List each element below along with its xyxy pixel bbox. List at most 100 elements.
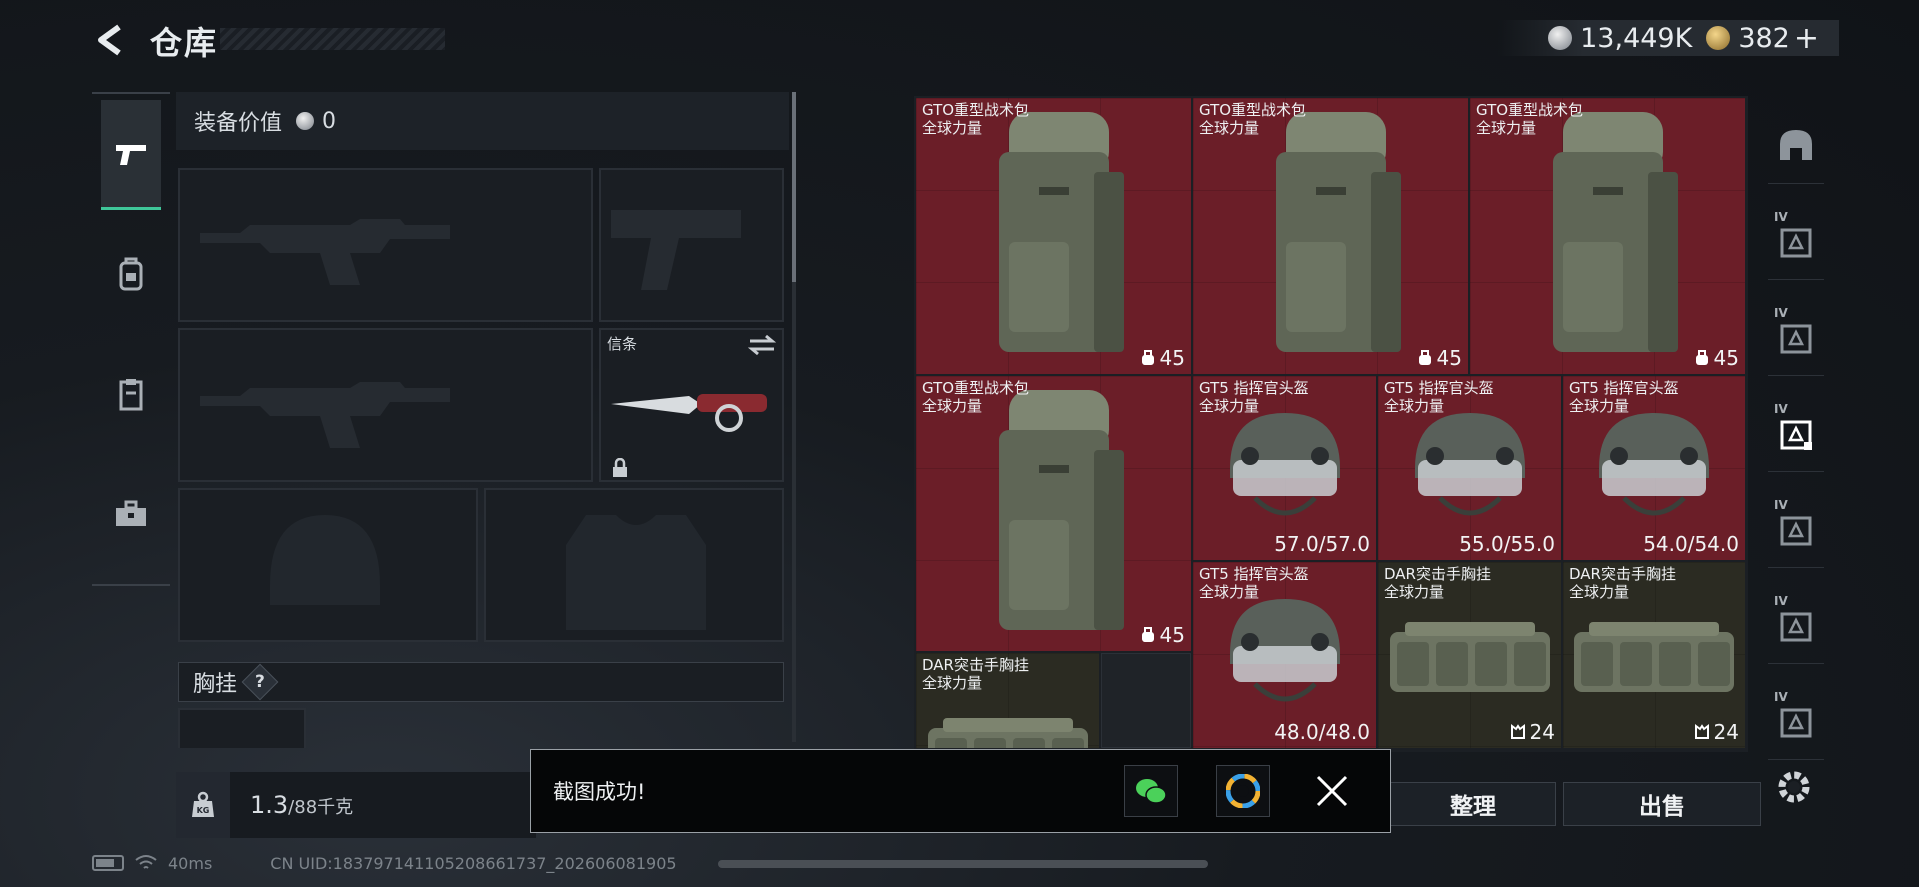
item-title: GT5 指挥官头盔 <box>1199 565 1309 583</box>
sort-button[interactable]: 整理 <box>1390 782 1556 826</box>
capacity-icon <box>1141 350 1154 365</box>
inventory-item[interactable]: GTO重型战术包 全球力量 45 <box>1193 98 1468 374</box>
backpack-item-icon <box>1275 112 1401 352</box>
tab-supplies[interactable] <box>101 464 161 564</box>
item-stat-value: 55.0/55.0 <box>1459 532 1555 556</box>
share-wechat-button[interactable] <box>1124 765 1178 817</box>
item-stat: 54.0/54.0 <box>1643 532 1739 556</box>
home-indicator[interactable] <box>718 860 1208 868</box>
item-name: DAR突击手胸挂 全球力量 <box>922 656 1029 692</box>
item-name: GTO重型战术包 全球力量 <box>1476 101 1583 137</box>
item-stat-value: 54.0/54.0 <box>1643 532 1739 556</box>
chest-rig-slot[interactable] <box>178 708 306 748</box>
capacity-icon <box>1418 350 1431 365</box>
item-stat-value: 57.0/57.0 <box>1274 532 1370 556</box>
scrollbar-thumb[interactable] <box>792 92 796 282</box>
inventory-item[interactable]: GT5 指挥官头盔 全球力量 54.0/54.0 <box>1563 376 1745 560</box>
item-subtitle: 全球力量 <box>1199 397 1260 415</box>
currency-bar: 13,449K 382 + <box>1498 20 1839 56</box>
status-bar: 40ms CN UID:18379714110520866173​7_20260… <box>92 850 677 876</box>
item-stat: 45 <box>1140 346 1185 370</box>
sell-button[interactable]: 出售 <box>1563 782 1761 826</box>
helmet-item-icon <box>1599 413 1709 516</box>
battery-icon <box>92 855 124 871</box>
kettlebell-icon: KG <box>192 791 214 817</box>
tab-weapons[interactable] <box>101 100 161 210</box>
help-button[interactable]: ? <box>241 663 279 701</box>
silver-coin-icon <box>1548 26 1573 50</box>
item-stat: 24 <box>1510 720 1555 744</box>
empty-inventory-slot[interactable] <box>1101 653 1191 748</box>
add-currency-button[interactable]: + <box>1794 21 1819 56</box>
swap-icon[interactable] <box>748 334 776 356</box>
inventory-item[interactable]: GT5 指挥官头盔 全球力量 48.0/48.0 <box>1193 562 1376 748</box>
inventory-grid: GTO重型战术包 全球力量 45 GTO重型战术包 全球力量 45 GTO重型战术包 全球力量… <box>914 96 1748 752</box>
loadout-panel: 装备价值 0 信条 胸挂 ? <box>176 92 796 748</box>
filter-tab-0[interactable] <box>1768 108 1824 184</box>
tab-gear[interactable] <box>101 224 161 324</box>
weight-current: 1.3 <box>250 791 289 819</box>
equipment-value: 0 <box>322 108 337 134</box>
filter-tab-4[interactable]: IV <box>1768 492 1824 568</box>
primary-weapon-slot[interactable] <box>178 168 593 322</box>
item-subtitle: 全球力量 <box>1384 397 1445 415</box>
filter-tab-2[interactable]: IV <box>1768 300 1824 376</box>
backpack-filter-icon <box>1780 324 1812 353</box>
inventory-item[interactable]: DAR突击手胸挂 全球力量 <box>916 653 1099 748</box>
inventory-item[interactable]: GT5 指挥官头盔 全球力量 55.0/55.0 <box>1378 376 1561 560</box>
armor-slot[interactable] <box>484 488 784 642</box>
filter-tab-6[interactable]: IV <box>1768 684 1824 760</box>
rifle-silhouette-icon <box>200 219 450 285</box>
clipboard-icon <box>119 379 143 411</box>
tab-equipment[interactable] <box>101 344 161 444</box>
settings-gear-icon[interactable] <box>1772 765 1816 809</box>
item-title: GT5 指挥官头盔 <box>1199 379 1309 397</box>
inventory-item[interactable]: GTO重型战术包 全球力量 45 <box>916 98 1191 374</box>
inventory-item[interactable]: DAR突击手胸挂 全球力量 24 <box>1378 562 1561 748</box>
filter-tab-1[interactable]: IV <box>1768 204 1824 280</box>
helmet-slot[interactable] <box>178 488 478 642</box>
storage-filter-icon <box>1780 228 1812 257</box>
pistol-silhouette-icon <box>611 210 741 290</box>
item-title: DAR突击手胸挂 <box>1384 565 1491 583</box>
misc-filter-icon <box>1780 708 1812 737</box>
gold-currency: 382 + <box>1706 21 1819 56</box>
tier-label: IV <box>1774 306 1788 320</box>
rifle-silhouette-icon <box>200 382 450 448</box>
wechat-icon <box>1136 779 1167 804</box>
capacity-icon <box>1695 350 1708 365</box>
item-title: GT5 指挥官头盔 <box>1569 379 1679 397</box>
back-button[interactable] <box>92 20 132 60</box>
filter-tab-5[interactable]: IV <box>1768 588 1824 664</box>
item-subtitle: 全球力量 <box>922 119 983 137</box>
item-stat-value: 45 <box>1159 346 1185 370</box>
secondary-weapon-slot[interactable] <box>178 328 593 482</box>
helmet-item-icon <box>1414 413 1525 516</box>
item-name: GT5 指挥官头盔 全球力量 <box>1199 565 1309 601</box>
chest-rig-item-icon <box>1574 622 1734 692</box>
backpack-icon <box>119 257 143 291</box>
inventory-item[interactable]: GTO重型战术包 全球力量 45 <box>1470 98 1745 374</box>
helmet-filter-icon <box>1780 129 1812 160</box>
inventory-item[interactable]: GTO重型战术包 全球力量 45 <box>916 376 1191 651</box>
item-stat-value: 24 <box>1713 720 1739 744</box>
screenshot-toast: 截图成功! <box>530 749 1391 833</box>
share-photos-button[interactable] <box>1216 765 1270 817</box>
loadout-scrollbar[interactable] <box>792 92 796 742</box>
gold-amount: 382 <box>1738 22 1790 54</box>
page-title: 仓库 <box>150 24 219 62</box>
melee-slot[interactable]: 信条 <box>599 328 784 482</box>
sidearm-slot[interactable] <box>599 168 784 322</box>
inventory-item[interactable]: GT5 指挥官头盔 全球力量 57.0/57.0 <box>1193 376 1376 560</box>
toast-message: 截图成功! <box>553 780 646 804</box>
item-stat: 24 <box>1694 720 1739 744</box>
item-title: GTO重型战术包 <box>922 101 1030 119</box>
tier-label: IV <box>1774 402 1788 416</box>
item-stat: 57.0/57.0 <box>1274 532 1370 556</box>
toast-close-button[interactable] <box>1308 767 1356 815</box>
filter-tab-3[interactable]: IV <box>1768 396 1824 472</box>
armor-silhouette-icon <box>566 515 706 630</box>
item-stat-value: 45 <box>1713 346 1739 370</box>
inventory-item[interactable]: DAR突击手胸挂 全球力量 24 <box>1563 562 1745 748</box>
backpack-item-icon <box>1552 112 1678 352</box>
